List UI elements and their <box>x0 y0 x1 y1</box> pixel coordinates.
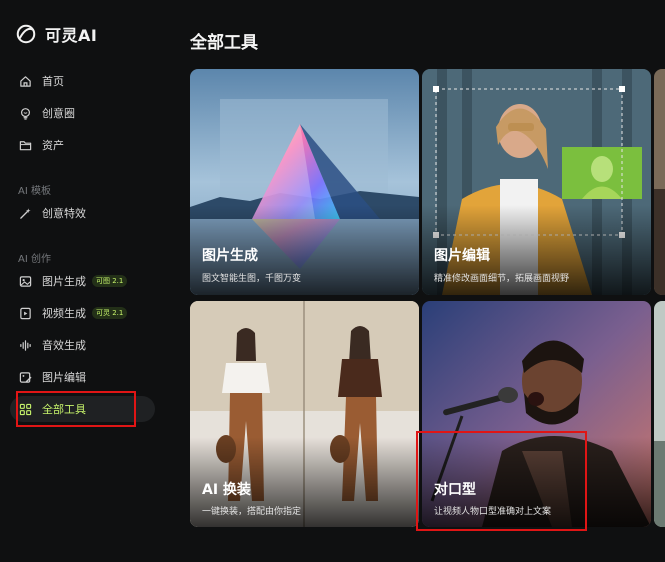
sidebar-item-label: 资产 <box>42 139 64 152</box>
tool-card-image-generation[interactable]: 图片生成 图文智能生图，千图万变 <box>190 69 419 295</box>
card-description: 精准修改画面细节，拓展画面视野 <box>434 274 570 284</box>
brand-logo[interactable]: 可灵AI <box>15 22 97 46</box>
card-title: AI 换装 <box>202 482 251 498</box>
tool-card-ai-outfit[interactable]: AI 换装 一键换装，搭配由你指定 <box>190 301 419 527</box>
bulb-icon <box>18 106 32 120</box>
audio-wave-icon <box>18 338 32 352</box>
tool-card-image-edit[interactable]: 图片编辑 精准修改画面细节，拓展画面视野 <box>422 69 651 295</box>
brand-name: 可灵AI <box>45 26 98 45</box>
sidebar-item-label: 图片编辑 <box>42 371 86 384</box>
page-title: 全部工具 <box>190 33 258 53</box>
sidebar-item-image-generation[interactable]: 图片生成 可图 2.1 <box>10 268 155 294</box>
magic-icon <box>18 206 32 220</box>
sidebar-item-label: 创意特效 <box>42 207 86 220</box>
sidebar: 可灵AI 首页 创意圈 资产 AI 模板 创意特效 AI 创作 图片生成 可图 … <box>0 0 170 562</box>
sidebar-item-sound-generation[interactable]: 音效生成 <box>10 332 155 358</box>
card-image-partial <box>654 69 665 295</box>
highlight-box-all-tools <box>16 391 136 427</box>
sidebar-item-label: 图片生成 <box>42 275 86 288</box>
tool-card-partial-top[interactable] <box>654 69 665 295</box>
sidebar-item-label: 视频生成 <box>42 307 86 320</box>
sidebar-item-label: 音效生成 <box>42 339 86 352</box>
image-edit-icon <box>18 370 32 384</box>
sidebar-item-home[interactable]: 首页 <box>10 68 155 94</box>
app-window: 可灵AI 首页 创意圈 资产 AI 模板 创意特效 AI 创作 图片生成 可图 … <box>0 0 665 562</box>
sidebar-item-assets[interactable]: 资产 <box>10 132 155 158</box>
section-label-templates: AI 模板 <box>18 186 51 197</box>
model-badge: 可灵 2.1 <box>92 307 128 319</box>
highlight-box-lip-sync <box>416 431 587 531</box>
image-icon <box>18 274 32 288</box>
section-label-create: AI 创作 <box>18 254 51 265</box>
sidebar-item-label: 首页 <box>42 75 64 88</box>
kling-logo-icon <box>16 24 36 44</box>
sidebar-item-image-edit[interactable]: 图片编辑 <box>10 364 155 390</box>
card-description: 一键换装，搭配由你指定 <box>202 507 302 517</box>
model-badge: 可图 2.1 <box>92 275 128 287</box>
sidebar-item-label: 创意圈 <box>42 107 75 120</box>
card-title: 图片编辑 <box>434 248 490 264</box>
sidebar-item-creative-effects[interactable]: 创意特效 <box>10 200 155 226</box>
home-icon <box>18 74 32 88</box>
video-icon <box>18 306 32 320</box>
card-title: 图片生成 <box>202 248 258 264</box>
card-image-partial <box>654 301 665 527</box>
sidebar-item-video-generation[interactable]: 视频生成 可灵 2.1 <box>10 300 155 326</box>
card-description: 图文智能生图，千图万变 <box>202 274 302 284</box>
folder-icon <box>18 138 32 152</box>
sidebar-item-creative-circle[interactable]: 创意圈 <box>10 100 155 126</box>
tool-card-partial-bottom[interactable] <box>654 301 665 527</box>
